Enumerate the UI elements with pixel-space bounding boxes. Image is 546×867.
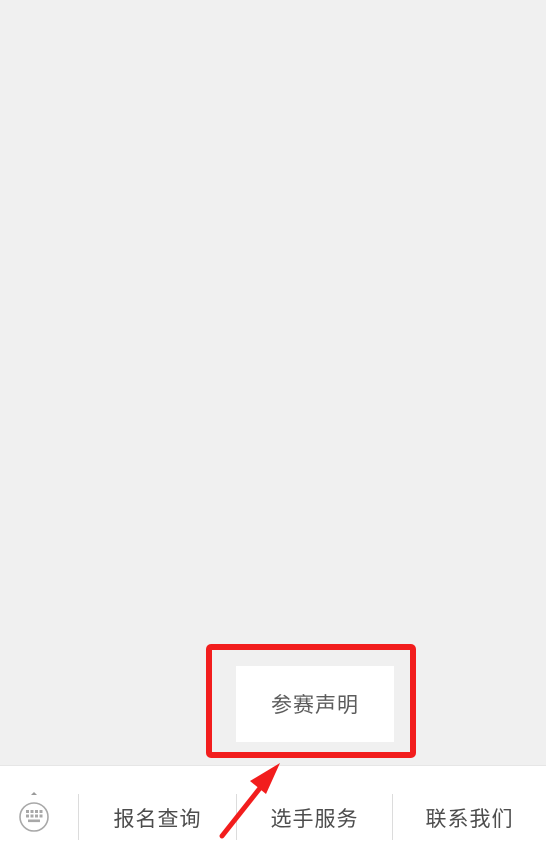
menu-item-label: 报名查询 bbox=[113, 806, 202, 831]
menu-item-label: 联系我们 bbox=[425, 806, 514, 831]
bottom-menu-bar: 报名查询 选手服务 联系我们 bbox=[0, 765, 546, 867]
menu-item-player-services[interactable]: 选手服务 bbox=[237, 766, 392, 867]
menu-item-registration-query[interactable]: 报名查询 bbox=[79, 766, 236, 867]
menu-item-label: 选手服务 bbox=[270, 806, 359, 831]
highlight-annotation-box bbox=[206, 644, 416, 758]
keyboard-icon bbox=[19, 792, 49, 832]
menu-item-contact-us[interactable]: 联系我们 bbox=[393, 766, 546, 867]
keyboard-toggle-button[interactable] bbox=[0, 766, 76, 867]
